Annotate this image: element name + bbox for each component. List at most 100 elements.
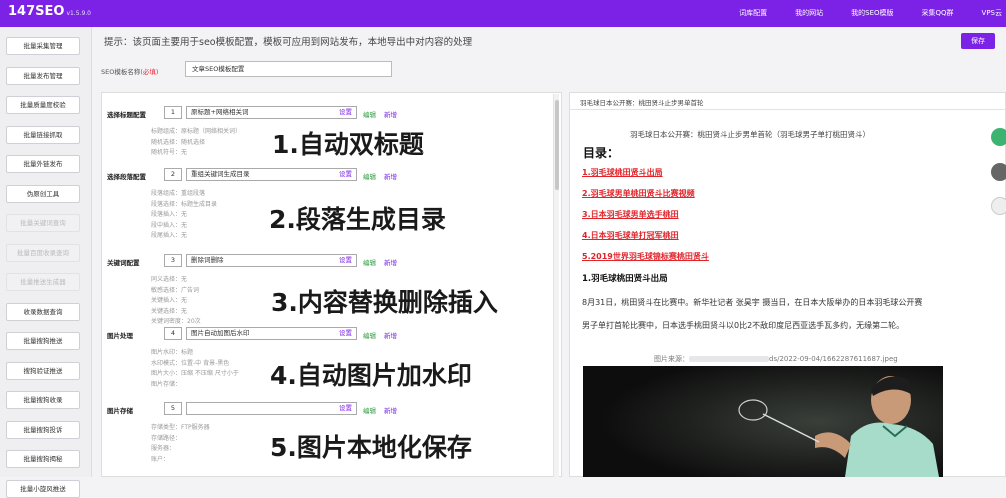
config-row-select-3[interactable]: 删除词删除 设置 xyxy=(186,254,357,267)
sidebar-item-2[interactable]: 批量发布管理 xyxy=(6,66,80,85)
badminton-player-image xyxy=(583,366,943,477)
overlay-caption-3: 3.内容替换删除插入 xyxy=(271,288,498,317)
config-row-set-link[interactable]: 设置 xyxy=(339,255,352,266)
article-paragraph-line-2: 男子单打首轮比赛中，日本选手桃田贤斗以0比2不敌印度尼西亚选手瓦多约，无缘第二轮… xyxy=(582,321,905,330)
config-row-select-value: 图片自动加图后水印 xyxy=(191,329,250,337)
overlay-caption-5: 5.图片本地化保存 xyxy=(270,433,472,462)
app-logo: 147SEO v1.5.9.0 xyxy=(8,4,91,19)
sidebar-item-12[interactable]: 搜狗验证推送 xyxy=(6,361,80,380)
config-row-number-2[interactable]: 2 xyxy=(164,168,182,181)
config-row-label-1: 选择标题配置 xyxy=(107,111,146,119)
config-row-edit-link-5[interactable]: 编辑 xyxy=(363,405,376,415)
config-row-label-4: 图片处理 xyxy=(107,332,133,340)
sidebar-item-3[interactable]: 批量质量度校验 xyxy=(6,96,80,114)
config-scrollbar[interactable] xyxy=(553,94,559,477)
config-row-set-link[interactable]: 设置 xyxy=(339,169,352,180)
config-row-number-4[interactable]: 4 xyxy=(164,327,182,340)
config-row-new-link-4[interactable]: 新增 xyxy=(384,330,397,340)
config-row-detail: 水印模式：位置-中 背景-黑色 xyxy=(151,359,230,367)
config-row-set-link[interactable]: 设置 xyxy=(339,107,352,118)
nav-item-seo-templates[interactable]: 我的SEO模版 xyxy=(851,8,893,18)
section-heading: 1.羽毛球桃田贤斗出局 xyxy=(582,274,668,284)
article-title: 羽毛球日本公开赛：桃田贤斗止步男单首轮（羽毛球男子单打桃田贤斗） xyxy=(630,130,870,139)
config-row-new-link-5[interactable]: 新增 xyxy=(384,405,397,415)
config-row-set-link[interactable]: 设置 xyxy=(339,328,352,339)
article-photo xyxy=(583,366,943,477)
top-icon[interactable] xyxy=(991,197,1006,215)
config-row-number-5[interactable]: 5 xyxy=(164,402,182,415)
overlay-caption-2: 2.段落生成目录 xyxy=(269,205,446,234)
config-row-detail: 图片大小：压缩 不压缩 尺寸小于 xyxy=(151,370,239,377)
config-row-new-link-1[interactable]: 新增 xyxy=(384,109,397,119)
config-row-detail: 段落插入：无 xyxy=(151,211,188,218)
config-row-detail: 账户： xyxy=(151,455,170,463)
toc-link-4[interactable]: 4.日本羽毛球单打冠军桃田 xyxy=(582,230,679,241)
toc-link-3[interactable]: 3.日本羽毛球男单选手桃田 xyxy=(582,209,679,220)
sidebar-item-5[interactable]: 批量外链发布 xyxy=(6,155,80,173)
config-row-new-link-3[interactable]: 新增 xyxy=(384,257,397,267)
config-row-detail: 段中插入：无 xyxy=(151,221,188,229)
config-row-detail: 关键插入：无 xyxy=(151,297,188,304)
preview-title: 羽毛球日本公开赛：桃田贤斗止步男单首轮 xyxy=(580,99,704,107)
sidebar-item-4[interactable]: 批量链接抓取 xyxy=(6,125,80,144)
image-caption: 图片来源： ds/2022-09-04/1662287611687.jpeg xyxy=(654,355,898,363)
save-button[interactable]: 保存 xyxy=(961,33,995,49)
config-row-select-value: 原标题+网络相关词 xyxy=(191,108,249,116)
config-row-select-2[interactable]: 重组关键词生成目录 设置 xyxy=(186,168,357,181)
nav-item-vps[interactable]: VPS云 xyxy=(982,8,1002,18)
toc-heading: 目录： xyxy=(583,146,620,160)
sidebar-item-7[interactable]: 批量关键词查询 xyxy=(6,214,80,232)
page-hint: 提示：该页面主要用于seo模板配置，模板可应用到网站发布，本地导出中对内容的处理 xyxy=(104,37,473,48)
scrollbar-thumb[interactable] xyxy=(555,100,559,190)
template-name-label: SEO模板名称(必填) xyxy=(101,68,159,76)
config-row-edit-link-2[interactable]: 编辑 xyxy=(363,171,376,181)
config-row-detail: 关键词密度：20次 xyxy=(151,318,201,325)
sidebar-item-8[interactable]: 批量百度收录查询 xyxy=(6,243,80,262)
config-row-edit-link-4[interactable]: 编辑 xyxy=(363,330,376,340)
nav-item-my-sites[interactable]: 我的网站 xyxy=(795,8,823,18)
config-row-select-4[interactable]: 图片自动加图后水印 设置 xyxy=(186,327,357,340)
config-row-select-1[interactable]: 原标题+网络相关词 设置 xyxy=(186,106,357,119)
sidebar-item-14[interactable]: 批量搜狗投诉 xyxy=(6,420,80,439)
config-row-detail: 段尾插入：无 xyxy=(151,232,188,239)
config-row-number-1[interactable]: 1 xyxy=(164,106,182,119)
config-row-number-3[interactable]: 3 xyxy=(164,254,182,267)
config-row-detail: 随机选择：随机选择 xyxy=(151,138,206,146)
config-row-new-link-2[interactable]: 新增 xyxy=(384,171,397,181)
nav-item-lexicon[interactable]: 词库配置 xyxy=(739,8,767,18)
sidebar-item-15[interactable]: 批量搜狗揭秘 xyxy=(6,450,80,468)
config-row-select-5[interactable]: 设置 xyxy=(186,402,357,415)
config-row-detail: 随机符号：无 xyxy=(151,149,188,156)
config-row-detail: 存储路径： xyxy=(151,434,182,442)
sidebar-item-1[interactable]: 批量采集管理 xyxy=(6,37,80,55)
sidebar-item-6[interactable]: 伪原创工具 xyxy=(6,184,80,203)
overlay-caption-1: 1.自动双标题 xyxy=(272,130,424,159)
config-row-detail: 图片存储： xyxy=(151,380,182,388)
article-paragraph-line-1: 8月31日，桃田贤斗在比赛中。新华社记者 张昊宇 摄当日，在日本大阪举办的日本羽… xyxy=(582,298,923,307)
config-row-edit-link-1[interactable]: 编辑 xyxy=(363,109,376,119)
toc-link-2[interactable]: 2.羽毛球男单桃田贤斗比赛视频 xyxy=(582,188,695,199)
share-icon[interactable] xyxy=(991,128,1006,146)
config-row-label-3: 关键词配置 xyxy=(107,259,140,267)
message-icon[interactable] xyxy=(991,163,1006,181)
toc-link-5[interactable]: 5.2019世界羽毛球锦标赛桃田贤斗 xyxy=(582,251,709,262)
sidebar-item-16[interactable]: 批量小旋风推送 xyxy=(6,479,80,498)
top-nav: 词库配置 我的网站 我的SEO模版 采集QQ群 VPS云 xyxy=(739,8,1006,18)
toc-link-1[interactable]: 1.羽毛球桃田贤斗出局 xyxy=(582,167,663,178)
config-row-detail: 标题组成：原标题（网络相关词） xyxy=(151,128,242,135)
config-row-detail: 图片水印：标题 xyxy=(151,349,194,356)
config-row-detail: 存储类型：FTP服务器 xyxy=(151,424,210,431)
config-row-select-value: 删除词删除 xyxy=(191,256,224,264)
config-row-set-link[interactable]: 设置 xyxy=(339,403,352,414)
template-name-input[interactable]: 文章SEO模板配置 xyxy=(185,61,392,77)
overlay-caption-4: 4.自动图片加水印 xyxy=(270,361,472,390)
config-row-detail: 同义选择：无 xyxy=(151,276,188,283)
top-bar: 147SEO v1.5.9.0 词库配置 我的网站 我的SEO模版 采集QQ群 V… xyxy=(0,0,1006,27)
sidebar-item-9[interactable]: 批量推送生成器 xyxy=(6,273,80,291)
config-row-edit-link-3[interactable]: 编辑 xyxy=(363,257,376,267)
sidebar-item-13[interactable]: 批量搜狗收录 xyxy=(6,391,80,409)
sidebar-item-10[interactable]: 收录数据查询 xyxy=(6,302,80,321)
sidebar-item-11[interactable]: 批量搜狗推送 xyxy=(6,332,80,350)
nav-item-qq-group[interactable]: 采集QQ群 xyxy=(922,8,954,18)
config-row-select-value: 重组关键词生成目录 xyxy=(191,170,250,178)
